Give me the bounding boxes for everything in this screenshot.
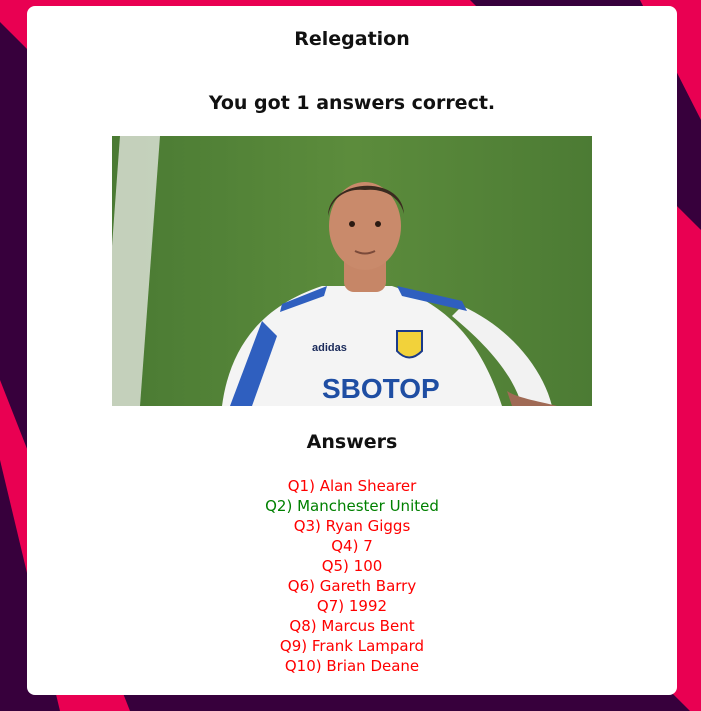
player-photo: adidas SBOTOP [112, 136, 592, 406]
sponsor-text: SBOTOP [322, 373, 440, 404]
player-photo-image: adidas SBOTOP [112, 136, 592, 406]
answer-item-q2: Q2) Manchester United [265, 497, 439, 515]
answer-item-q3: Q3) Ryan Giggs [293, 517, 411, 535]
answer-item-q7: Q7) 1992 [316, 597, 388, 615]
answer-item-q4: Q4) 7 [331, 537, 373, 555]
answer-item-q5: Q5) 100 [321, 557, 383, 575]
answer-item-q6: Q6) Gareth Barry [287, 577, 417, 595]
answer-item-q1: Q1) Alan Shearer [287, 477, 417, 495]
answers-list: Q1) Alan Shearer Q2) Manchester United Q… [27, 476, 677, 676]
answers-heading: Answers [306, 431, 398, 453]
score-text: You got 1 answers correct. [208, 92, 496, 114]
quiz-title: Relegation [294, 28, 410, 50]
brand-logo-text: adidas [312, 342, 347, 354]
quiz-result-card: Relegation You got 1 answers correct. ad… [27, 6, 677, 695]
answer-item-q10: Q10) Brian Deane [284, 657, 420, 675]
answer-item-q8: Q8) Marcus Bent [289, 617, 415, 635]
answer-item-q9: Q9) Frank Lampard [279, 637, 425, 655]
